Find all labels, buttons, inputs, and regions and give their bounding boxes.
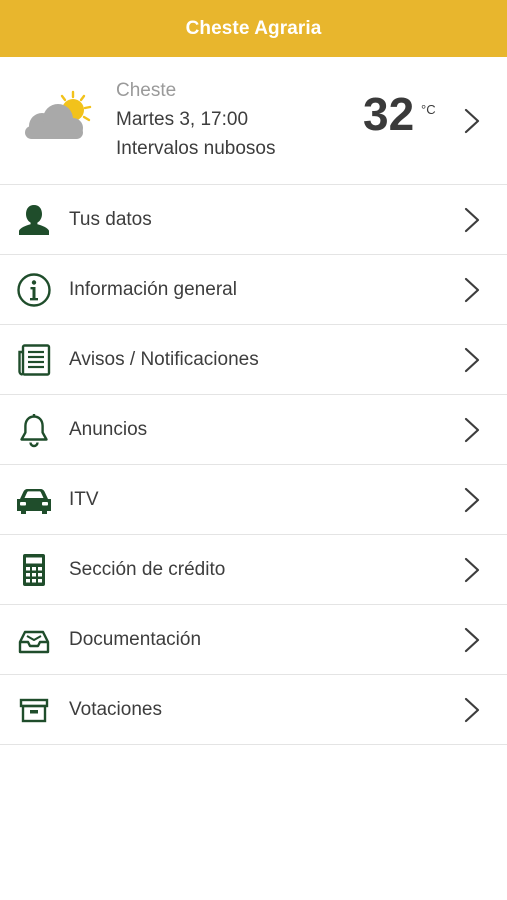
chevron-right-icon — [464, 277, 480, 303]
chevron-right-icon — [464, 417, 480, 443]
app-title: Cheste Agraria — [185, 17, 322, 39]
menu-label: Votaciones — [69, 699, 162, 720]
weather-unit: °C — [421, 102, 436, 117]
menu-label: Sección de crédito — [69, 559, 226, 580]
partly-cloudy-icon — [25, 90, 92, 139]
weather-city: Cheste — [116, 80, 177, 101]
menu-label: Anuncios — [69, 419, 148, 440]
menu-item-votaciones[interactable]: Votaciones — [0, 675, 507, 745]
menu-label: Avisos / Notificaciones — [69, 349, 259, 370]
main-menu: Tus datos Información general Avisos / N… — [0, 185, 507, 745]
menu-label: ITV — [69, 489, 99, 510]
calculator-icon — [23, 554, 45, 586]
weather-card[interactable]: Cheste Martes 3, 17:00 Intervalos nuboso… — [0, 57, 507, 185]
inbox-icon — [18, 630, 50, 654]
menu-item-seccion-credito[interactable]: Sección de crédito — [0, 535, 507, 605]
menu-item-informacion-general[interactable]: Información general — [0, 255, 507, 325]
newspaper-icon — [18, 344, 51, 376]
weather-condition: Intervalos nubosos — [116, 138, 276, 159]
menu-label: Tus datos — [69, 209, 152, 230]
menu-item-anuncios[interactable]: Anuncios — [0, 395, 507, 465]
person-icon — [19, 205, 49, 235]
chevron-right-icon — [464, 487, 480, 513]
menu-label: Documentación — [69, 629, 202, 650]
chevron-right-icon — [464, 108, 480, 134]
car-icon — [17, 489, 51, 514]
menu-item-avisos-notificaciones[interactable]: Avisos / Notificaciones — [0, 325, 507, 395]
chevron-right-icon — [464, 697, 480, 723]
weather-datetime: Martes 3, 17:00 — [116, 109, 249, 130]
app-header: Cheste Agraria — [0, 0, 507, 57]
chevron-right-icon — [464, 347, 480, 373]
menu-label: Información general — [69, 279, 237, 300]
menu-item-documentacion[interactable]: Documentación — [0, 605, 507, 675]
chevron-right-icon — [464, 627, 480, 653]
menu-item-itv[interactable]: ITV — [0, 465, 507, 535]
chevron-right-icon — [464, 557, 480, 583]
chevron-right-icon — [464, 207, 480, 233]
menu-item-tus-datos[interactable]: Tus datos — [0, 185, 507, 255]
weather-temperature: 32 — [363, 88, 415, 140]
archive-box-icon — [19, 698, 49, 723]
info-icon — [17, 273, 51, 307]
bell-icon — [20, 414, 48, 448]
